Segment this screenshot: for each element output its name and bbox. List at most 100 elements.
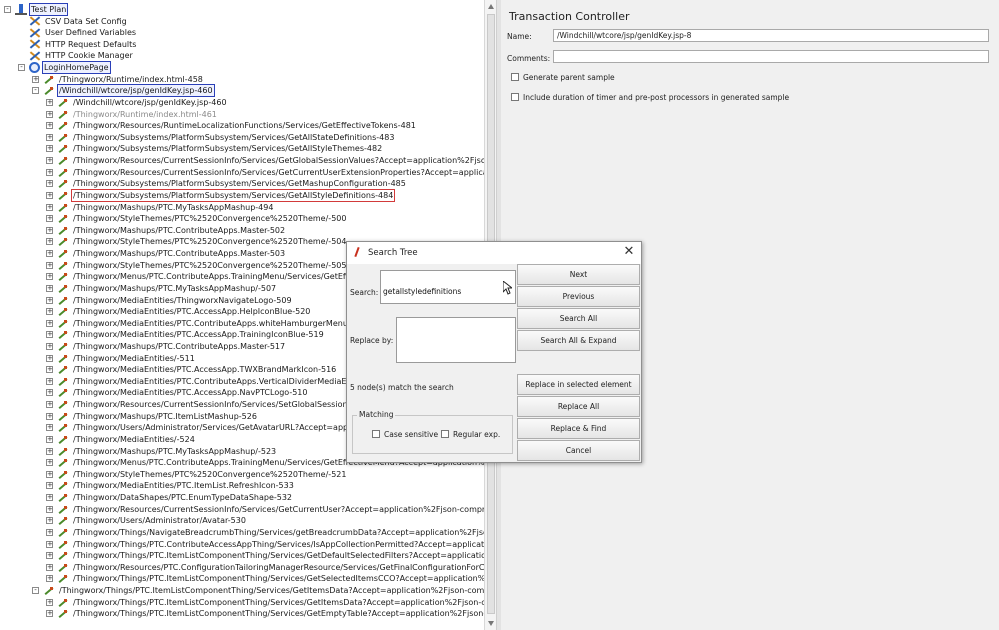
expand-icon[interactable]: + (46, 470, 53, 478)
expand-icon[interactable]: + (46, 482, 53, 490)
tree-node[interactable]: + /Thingworx/Mashups/PTC.ContributeApps.M… (46, 248, 286, 259)
replace-find-button[interactable]: Replace & Find (517, 418, 640, 439)
cancel-button[interactable]: Cancel (517, 440, 640, 461)
tree-node[interactable]: + /Thingworx/MediaEntities/PTC.AccessApp.… (46, 364, 337, 375)
include-duration-checkbox[interactable] (511, 93, 519, 101)
tree-node[interactable]: - LoginHomePage (18, 61, 111, 75)
expand-icon[interactable]: + (46, 110, 53, 118)
expand-icon[interactable]: + (46, 215, 53, 223)
expand-icon[interactable]: + (46, 412, 53, 420)
previous-button[interactable]: Previous (517, 286, 640, 307)
search-all-button[interactable]: Search All (517, 308, 640, 329)
expand-icon[interactable]: + (46, 308, 53, 316)
tree-node[interactable]: + /Thingworx/StyleThemes/PTC%2520Converge… (46, 469, 347, 480)
replace-all-button[interactable]: Replace All (517, 396, 640, 417)
tree-node[interactable]: + /Thingworx/MediaEntities/-524 (46, 434, 196, 445)
search-all-expand-button[interactable]: Search All & Expand (517, 330, 640, 351)
generate-parent-checkbox[interactable] (511, 73, 519, 81)
replace-selected-button[interactable]: Replace in selected element (517, 374, 640, 395)
tree-node[interactable]: + /Thingworx/MediaEntities/PTC.ItemList.R… (46, 480, 295, 491)
name-field[interactable]: /Windchill/wtcore/jsp/genIdKey.jsp-8 (553, 29, 989, 42)
expand-icon[interactable]: + (46, 180, 53, 188)
tree-node[interactable]: + /Thingworx/Mashups/PTC.ContributeApps.M… (46, 341, 286, 352)
tree-node[interactable]: + /Windchill/wtcore/jsp/genIdKey.jsp-460 (46, 97, 228, 108)
expand-icon[interactable]: + (46, 145, 53, 153)
expand-icon[interactable]: + (32, 75, 39, 83)
tree-node[interactable]: + /Thingworx/StyleThemes/PTC%2520Converge… (46, 236, 347, 247)
tree-node[interactable]: + /Thingworx/Things/PTC.ItemListComponent… (46, 550, 484, 561)
expand-icon[interactable]: + (46, 226, 53, 234)
expand-icon[interactable]: + (46, 540, 53, 548)
search-input[interactable]: getallstyledefinitions (380, 270, 516, 304)
tree-node[interactable]: + /Thingworx/MediaEntities/PTC.Contribute… (46, 318, 367, 329)
tree-node[interactable]: + /Thingworx/Mashups/PTC.MyTasksAppMashup… (46, 202, 274, 213)
tree-node[interactable]: + /Thingworx/MediaEntities/PTC.AccessApp.… (46, 306, 311, 317)
tree-node[interactable]: + /Thingworx/Things/PTC.ItemListComponent… (46, 608, 484, 619)
tree-node[interactable]: + /Thingworx/Runtime/index.html-458 (32, 74, 204, 85)
tree-node[interactable]: User Defined Variables (18, 27, 137, 38)
expand-icon[interactable]: + (46, 273, 53, 281)
expand-icon[interactable]: + (46, 250, 53, 258)
next-button[interactable]: Next (517, 264, 640, 285)
expand-icon[interactable]: + (46, 284, 53, 292)
tree-node[interactable]: + /Thingworx/Things/NavigateBreadcrumbThi… (46, 527, 484, 538)
tree-node[interactable]: + /Thingworx/Resources/CurrentSessionInfo… (46, 155, 484, 166)
tree-node[interactable]: + /Thingworx/Subsystems/PlatformSubsystem… (46, 178, 407, 189)
tree-node[interactable]: + /Thingworx/MediaEntities/-511 (46, 353, 196, 364)
expand-icon[interactable]: + (46, 575, 53, 583)
tree-node[interactable]: + /Thingworx/MediaEntities/ThingworxNavig… (46, 295, 293, 306)
expand-icon[interactable]: + (46, 261, 53, 269)
collapse-icon[interactable]: - (32, 587, 39, 594)
tree-node[interactable]: + /Thingworx/Things/PTC.ContributeAccessA… (46, 539, 484, 550)
expand-icon[interactable]: + (46, 563, 53, 571)
tree-node[interactable]: + /Thingworx/Subsystems/PlatformSubsystem… (46, 188, 396, 202)
expand-icon[interactable]: + (46, 191, 53, 199)
expand-icon[interactable]: + (46, 610, 53, 618)
tree-node[interactable]: HTTP Cookie Manager (18, 50, 134, 61)
collapse-icon[interactable]: - (32, 87, 39, 95)
regex-checkbox[interactable] (441, 430, 449, 438)
tree-node[interactable]: + /Thingworx/Subsystems/PlatformSubsystem… (46, 132, 395, 143)
expand-icon[interactable]: + (46, 354, 53, 362)
expand-icon[interactable]: + (46, 168, 53, 176)
tree-node[interactable]: + /Thingworx/Mashups/PTC.ItemListMashup-5… (46, 411, 258, 422)
tree-node[interactable]: + /Thingworx/Subsystems/PlatformSubsystem… (46, 143, 383, 154)
tree-node[interactable]: + /Thingworx/Things/PTC.ItemListComponent… (46, 573, 484, 584)
tree-node[interactable]: + /Thingworx/MediaEntities/PTC.AccessApp.… (46, 329, 325, 340)
expand-icon[interactable]: + (46, 319, 53, 327)
tree-node[interactable]: - Test Plan (4, 3, 69, 16)
tree-node[interactable]: + /Thingworx/Resources/CurrentSessionInfo… (46, 399, 384, 410)
expand-icon[interactable]: + (46, 366, 53, 374)
dialog-titlebar[interactable]: Search Tree ✕ (347, 242, 641, 264)
expand-icon[interactable]: + (46, 552, 53, 560)
comments-field[interactable] (553, 50, 989, 63)
tree-node[interactable]: + /Thingworx/Mashups/PTC.ContributeApps.M… (46, 225, 286, 236)
expand-icon[interactable]: + (46, 424, 53, 432)
tree-node[interactable]: + /Thingworx/DataShapes/PTC.EnumTypeDataS… (46, 492, 293, 503)
tree-node[interactable]: HTTP Request Defaults (18, 39, 137, 50)
close-icon[interactable]: ✕ (622, 245, 636, 259)
collapse-icon[interactable]: - (4, 6, 11, 13)
tree-node[interactable]: + /Thingworx/Menus/PTC.ContributeApps.Tra… (46, 271, 381, 282)
expand-icon[interactable]: + (46, 459, 53, 467)
tree-node[interactable]: + /Thingworx/Resources/RuntimeLocalizatio… (46, 120, 417, 131)
tree-node[interactable]: + /Thingworx/MediaEntities/PTC.AccessApp.… (46, 387, 309, 398)
expand-icon[interactable]: + (46, 494, 53, 502)
tree-node[interactable]: + /Thingworx/Users/Administrator/Services… (46, 422, 386, 433)
expand-icon[interactable]: + (46, 98, 53, 106)
tree-node[interactable]: - /Windchill/wtcore/jsp/genIdKey.jsp-460 (32, 84, 215, 98)
scroll-up-arrow-icon[interactable] (488, 4, 494, 9)
scroll-down-arrow-icon[interactable] (488, 621, 494, 626)
tree-node[interactable]: + /Thingworx/MediaEntities/PTC.Contribute… (46, 376, 384, 387)
expand-icon[interactable]: + (46, 435, 53, 443)
expand-icon[interactable]: + (46, 401, 53, 409)
tree-node[interactable]: CSV Data Set Config (18, 16, 128, 27)
tree-node[interactable]: + /Thingworx/StyleThemes/PTC%2520Converge… (46, 213, 347, 224)
tree-node[interactable]: + /Thingworx/Resources/CurrentSessionInfo… (46, 167, 484, 178)
expand-icon[interactable]: + (46, 389, 53, 397)
tree-node[interactable]: + /Thingworx/Mashups/PTC.MyTasksAppMashup… (46, 446, 277, 457)
tree-node[interactable]: + /Thingworx/Runtime/index.html-461 (46, 109, 218, 120)
expand-icon[interactable]: + (46, 122, 53, 130)
case-sensitive-checkbox[interactable] (372, 430, 380, 438)
expand-icon[interactable]: + (46, 203, 53, 211)
